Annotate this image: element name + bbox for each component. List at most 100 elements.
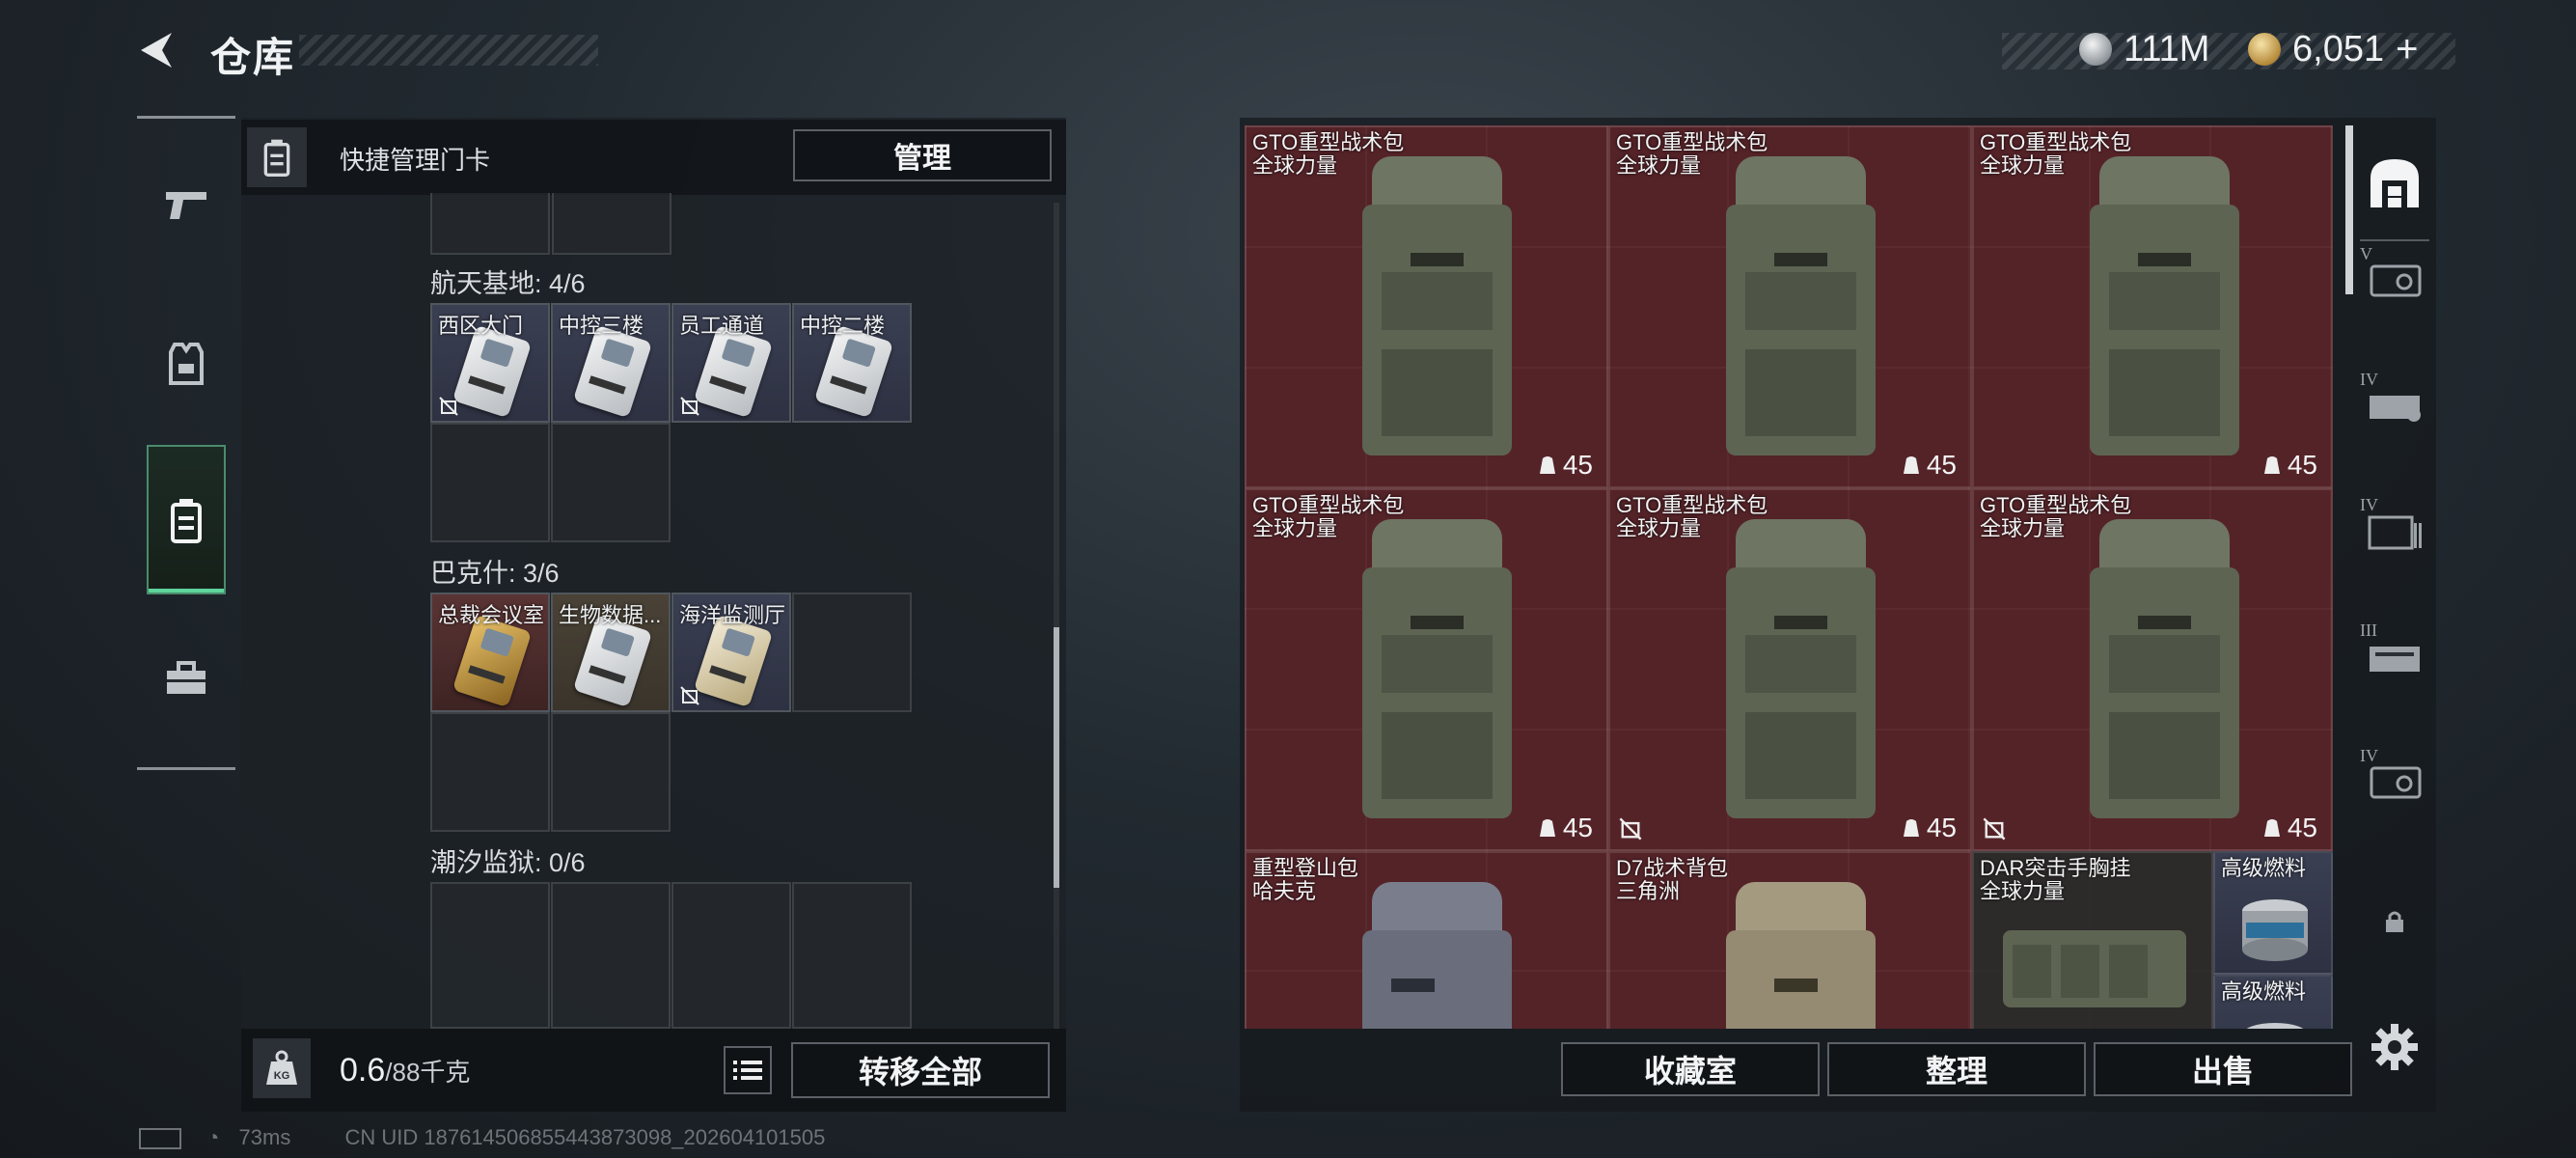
keycard-slot-empty[interactable] — [792, 882, 912, 1029]
storage-locked-slot[interactable] — [2360, 878, 2429, 965]
storage-cabinet-iv[interactable]: IV — [2360, 487, 2429, 574]
inventory-item-backpack[interactable]: GTO重型战术包 全球力量 45 — [1608, 125, 1972, 488]
keycard-slot[interactable]: 西区大门 — [430, 303, 550, 423]
storage-case-iv[interactable]: IV — [2360, 738, 2429, 825]
keycard-label: 西区大门 — [438, 314, 524, 338]
item-name: 重型登山包 哈夫克 — [1252, 856, 1359, 903]
item-name: GTO重型战术包 全球力量 — [1252, 493, 1405, 540]
keycard-slot[interactable]: 总裁会议室 — [430, 593, 550, 712]
inventory-item-backpack[interactable]: 重型登山包 哈夫克 — [1245, 851, 1608, 1029]
item-name: 高级燃料 — [2221, 856, 2307, 880]
keycard-slot[interactable]: 中控三楼 — [551, 303, 671, 423]
storage-nav: V IV IV III IV — [2360, 125, 2429, 1071]
inventory-item-backpack[interactable]: GTO重型战术包 全球力量 45 — [1245, 125, 1608, 488]
list-view-button[interactable] — [724, 1046, 772, 1094]
file-cabinet-icon — [2368, 515, 2422, 550]
armor-vest-icon — [169, 343, 204, 385]
backpack-image — [2090, 156, 2239, 455]
storage-crate-iii[interactable]: III — [2360, 613, 2429, 700]
backpack-capacity-icon — [1539, 456, 1555, 474]
left-category-nav — [137, 116, 235, 770]
storage-box-iv[interactable]: IV — [2360, 362, 2429, 449]
keycard-slot-empty[interactable] — [551, 882, 671, 1029]
nav-toolbox[interactable] — [137, 620, 235, 736]
silver-currency: 111M — [2079, 27, 2209, 71]
backpack-capacity-icon — [1903, 456, 1919, 474]
tier-label: IV — [2360, 746, 2378, 765]
page-title: 仓库 — [210, 35, 296, 80]
silver-amount: 111M — [2124, 28, 2210, 69]
tier-label: IV — [2360, 370, 2378, 389]
item-capacity: 45 — [1538, 813, 1593, 843]
keycard-slot-empty[interactable] — [430, 712, 550, 832]
settings-button[interactable] — [2360, 1004, 2429, 1090]
wifi-icon: ◔ — [206, 1125, 220, 1149]
sell-button[interactable]: 出售 — [2094, 1042, 2352, 1096]
uid-text: CN UID 1876145068554438730​98_2026041015… — [344, 1125, 826, 1149]
keycard-label: 海洋监测厅 — [679, 603, 786, 627]
storage-main[interactable] — [2360, 140, 2429, 227]
item-capacity: 45 — [1902, 450, 1957, 481]
group-title-aerospace: 航天基地: 4/6 — [430, 269, 586, 298]
keycard-slot-empty[interactable] — [792, 593, 912, 712]
inventory-item-backpack[interactable]: D7战术背包 三角洲 — [1608, 851, 1972, 1029]
nav-weapons[interactable] — [137, 148, 235, 263]
tier-label: V — [2360, 244, 2372, 263]
inventory-scroll-thumb[interactable] — [2345, 125, 2353, 294]
keycard-slot-empty[interactable] — [552, 193, 671, 255]
quick-manage-label: 快捷管理门卡 — [340, 146, 491, 175]
keycard-slot[interactable]: 海洋监测厅 — [671, 593, 791, 712]
backpack-image — [1362, 882, 1512, 1029]
bind-lock-icon — [1619, 817, 1642, 841]
keycard-slot-empty[interactable] — [430, 882, 550, 1029]
item-name: 高级燃料 — [2221, 979, 2307, 1004]
weight-icon: KG — [266, 1050, 297, 1085]
status-bar: ◔ 73ms CN UID 1876145068554438730​98_202… — [139, 1125, 825, 1150]
keycard-slot[interactable]: 生物数据... — [551, 593, 671, 712]
keycard-label: 员工通道 — [679, 314, 765, 338]
nav-keycards[interactable] — [147, 445, 226, 594]
inventory-grid: GTO重型战术包 全球力量 45 GTO重型战术包 全球力量 45 GTO重型战术包… — [1245, 125, 2333, 1029]
collection-room-button[interactable]: 收藏室 — [1561, 1042, 1820, 1096]
keycard-slot-empty[interactable] — [671, 882, 791, 1029]
manage-button[interactable]: 管理 — [793, 129, 1052, 181]
keycard-slot-empty[interactable] — [551, 423, 671, 542]
organize-button[interactable]: 整理 — [1827, 1042, 2086, 1096]
backpack-image — [1726, 519, 1876, 818]
keycard-label: 生物数据... — [559, 603, 662, 627]
item-capacity: 45 — [1902, 813, 1957, 843]
item-name: GTO重型战术包 全球力量 — [1980, 493, 2132, 540]
add-currency-button[interactable]: + — [2396, 28, 2418, 71]
storage-case-v[interactable]: V — [2360, 236, 2429, 323]
gold-amount: 6,051 — [2292, 28, 2385, 69]
inventory-item-fuel[interactable]: 高级燃料 — [2213, 975, 2333, 1029]
inventory-item-backpack[interactable]: GTO重型战术包 全球力量 45 — [1245, 488, 1608, 851]
inventory-item-chest-rig[interactable]: DAR突击手胸挂 全球力量 — [1972, 851, 2213, 1029]
inventory-item-backpack[interactable]: GTO重型战术包 全球力量 45 — [1608, 488, 1972, 851]
bind-lock-icon — [680, 397, 699, 416]
keycard-slot-empty[interactable] — [430, 423, 550, 542]
safe-case-icon — [2370, 264, 2422, 297]
keycard-holder-icon — [171, 498, 202, 543]
weight-icon-text: KG — [274, 1070, 290, 1082]
inventory-item-fuel[interactable]: 高级燃料 — [2213, 851, 2333, 975]
fuel-can-image — [2246, 1023, 2304, 1029]
transfer-all-button[interactable]: 转移全部 — [791, 1042, 1050, 1098]
backpack-capacity-icon — [2263, 456, 2280, 474]
back-arrow-icon[interactable] — [135, 29, 178, 71]
backpack-image — [1726, 156, 1876, 455]
inventory-item-backpack[interactable]: GTO重型战术包 全球力量 45 — [1972, 125, 2333, 488]
supply-box-icon — [2370, 396, 2421, 422]
nav-armor[interactable] — [137, 307, 235, 423]
gold-currency[interactable]: 6,051 + — [2248, 27, 2418, 71]
keycard-slot[interactable]: 中控二楼 — [792, 303, 912, 423]
silver-coin-icon — [2079, 33, 2112, 66]
inventory-item-backpack[interactable]: GTO重型战术包 全球力量 45 — [1972, 488, 2333, 851]
keycard-scroll-track[interactable] — [1054, 203, 1059, 1033]
keycard-slot-empty[interactable] — [430, 193, 550, 255]
group-title-bakesh: 巴克什: 3/6 — [430, 559, 560, 588]
keycard-scroll-thumb[interactable] — [1054, 627, 1059, 888]
keycard-slot-empty[interactable] — [551, 712, 671, 832]
item-capacity: 45 — [1538, 450, 1593, 481]
keycard-slot[interactable]: 员工通道 — [671, 303, 791, 423]
